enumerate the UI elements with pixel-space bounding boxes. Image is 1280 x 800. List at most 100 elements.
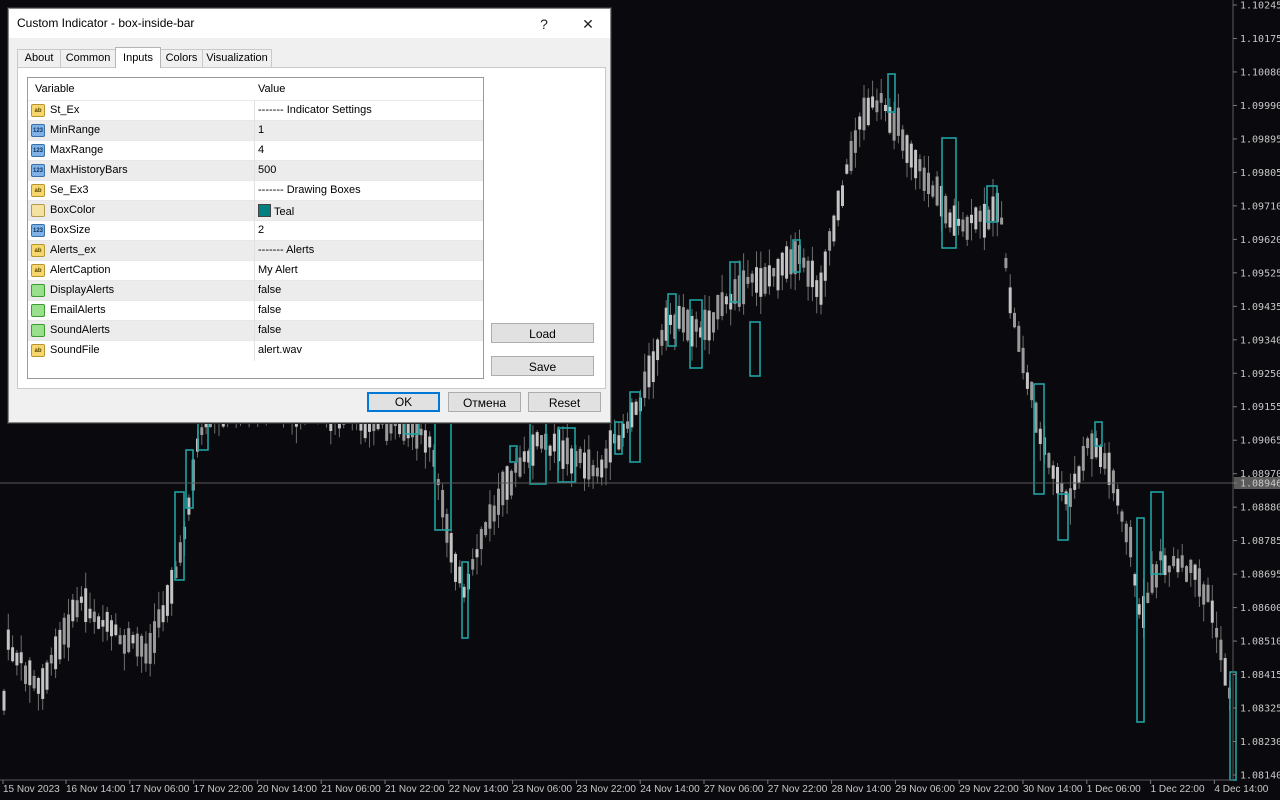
candle-body: [97, 616, 101, 629]
column-header-value[interactable]: Value: [258, 83, 285, 95]
input-row-st_ex[interactable]: ab St_Ex ------- Indicator Settings: [28, 100, 483, 121]
candle-body: [595, 467, 599, 477]
input-row-boxsize[interactable]: 123 BoxSize 2: [28, 220, 483, 241]
input-row-displayalerts[interactable]: DisplayAlerts false: [28, 280, 483, 301]
integer-type-icon: 123: [31, 164, 45, 177]
candle-body: [561, 440, 565, 469]
variable-value[interactable]: false: [258, 284, 281, 296]
candle-body: [462, 586, 466, 598]
variable-value[interactable]: 1: [258, 124, 264, 136]
input-row-maxrange[interactable]: 123 MaxRange 4: [28, 140, 483, 161]
candle-body: [656, 339, 660, 361]
close-button[interactable]: ✕: [575, 13, 601, 35]
input-row-soundfile[interactable]: ab SoundFile alert.wav: [28, 340, 483, 361]
variable-value[interactable]: Teal: [258, 204, 294, 218]
candle-body: [750, 273, 754, 283]
input-row-emailalerts[interactable]: EmailAlerts false: [28, 300, 483, 321]
candle-body: [454, 553, 457, 582]
variable-value[interactable]: My Alert: [258, 264, 298, 276]
candle-body: [144, 643, 148, 664]
candle-body: [780, 252, 784, 276]
candle-body: [759, 268, 763, 297]
candle-body: [32, 675, 36, 689]
input-row-alertcaption[interactable]: ab AlertCaption My Alert: [28, 260, 483, 281]
candle-body: [1197, 568, 1201, 597]
price-label: 1.09435: [1240, 302, 1280, 313]
tab-inputs[interactable]: Inputs: [115, 47, 161, 68]
input-row-alerts_ex[interactable]: ab Alerts_ex ------- Alerts: [28, 240, 483, 261]
candle-body: [965, 216, 969, 240]
column-header-variable[interactable]: Variable: [35, 83, 75, 95]
candle-body: [815, 280, 819, 297]
help-button[interactable]: ?: [531, 13, 557, 35]
candle-body: [707, 310, 711, 341]
candle-body: [927, 172, 930, 195]
cancel-button[interactable]: Отмена: [448, 392, 521, 412]
variable-value[interactable]: 4: [258, 144, 264, 156]
price-label: 1.08230: [1240, 737, 1280, 748]
candle-body: [54, 636, 58, 670]
variable-name: AlertCaption: [50, 264, 111, 276]
boolean-type-icon: [31, 304, 45, 317]
price-label: 1.09990: [1240, 101, 1280, 112]
dialog-titlebar[interactable]: Custom Indicator - box-inside-bar ? ✕: [9, 9, 610, 38]
load-button[interactable]: Load: [491, 323, 594, 343]
candle-body: [836, 190, 840, 221]
candle-body: [118, 635, 122, 645]
candle-body: [875, 100, 879, 113]
candle-body: [767, 265, 771, 287]
ok-button[interactable]: OK: [367, 392, 440, 412]
price-label: 1.08415: [1240, 670, 1280, 681]
variable-value[interactable]: ------- Drawing Boxes: [258, 184, 361, 196]
input-row-boxcolor[interactable]: BoxColor Teal: [28, 200, 483, 221]
variable-name: BoxColor: [50, 204, 96, 216]
input-row-maxhistorybars[interactable]: 123 MaxHistoryBars 500: [28, 160, 483, 181]
candle-body: [24, 665, 27, 684]
candle-body: [1017, 325, 1021, 352]
candle-body: [570, 448, 574, 474]
variable-value[interactable]: 2: [258, 224, 264, 236]
variable-value[interactable]: false: [258, 324, 281, 336]
candle-body: [2, 690, 6, 711]
variable-value[interactable]: alert.wav: [258, 344, 302, 356]
reset-button[interactable]: Reset: [528, 392, 601, 412]
candle-body: [79, 596, 83, 603]
tab-colors[interactable]: Colors: [160, 49, 203, 67]
variable-value[interactable]: ------- Alerts: [258, 244, 314, 256]
price-label: 1.09065: [1240, 436, 1280, 447]
tab-common[interactable]: Common: [60, 49, 116, 67]
candle-body: [1185, 566, 1188, 582]
candle-body: [441, 490, 445, 518]
variable-value[interactable]: 500: [258, 164, 276, 176]
candle-body: [49, 654, 53, 664]
candle-body: [944, 195, 948, 224]
candle-body: [1038, 428, 1042, 445]
input-row-se_ex3[interactable]: ab Se_Ex3 ------- Drawing Boxes: [28, 180, 483, 201]
variable-name: Se_Ex3: [50, 184, 89, 196]
candle-body: [1210, 600, 1214, 623]
save-button[interactable]: Save: [491, 356, 594, 376]
variable-name: BoxSize: [50, 224, 91, 236]
tab-visualization[interactable]: Visualization: [202, 49, 272, 67]
variable-value[interactable]: ------- Indicator Settings: [258, 104, 372, 116]
time-label: 1 Dec 22:00: [1151, 784, 1205, 795]
candle-body: [36, 677, 40, 694]
candle-body: [522, 451, 526, 462]
candle-body: [669, 314, 672, 325]
candle-body: [1176, 558, 1180, 573]
candle-body: [1116, 489, 1120, 506]
input-row-soundalerts[interactable]: SoundAlerts false: [28, 320, 483, 341]
color-name: Teal: [274, 206, 295, 218]
candle-body: [110, 620, 113, 637]
candle-body: [720, 292, 724, 317]
candle-body: [712, 312, 715, 333]
price-label: 1.08946: [1240, 479, 1280, 490]
input-row-minrange[interactable]: 123 MinRange 1: [28, 120, 483, 141]
variable-value[interactable]: false: [258, 304, 281, 316]
column-divider: [254, 261, 255, 281]
tab-about[interactable]: About: [17, 49, 61, 67]
price-label: 1.10245: [1240, 1, 1280, 12]
candle-body: [909, 143, 913, 168]
price-label: 1.08510: [1240, 637, 1280, 648]
candle-body: [991, 196, 995, 222]
